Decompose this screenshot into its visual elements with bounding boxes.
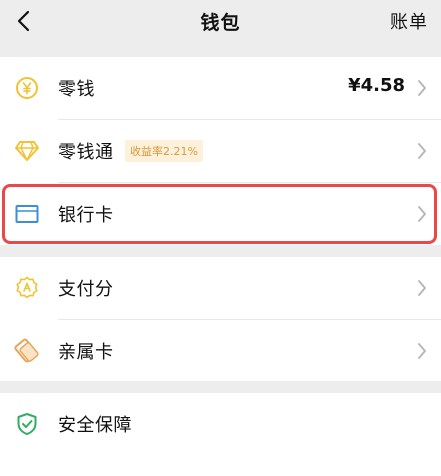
row-label: 支付分 xyxy=(58,279,114,300)
row-security[interactable]: 安全保障 xyxy=(0,393,441,455)
wallet-group-2: 支付分 亲属卡 xyxy=(0,257,441,381)
row-pay-score[interactable]: 支付分 xyxy=(0,257,441,319)
row-lingqiantong[interactable]: 零钱通 xyxy=(0,120,441,182)
chevron-right-icon xyxy=(418,343,426,359)
diamond-icon xyxy=(14,138,40,164)
balance-value: ¥4.58 xyxy=(348,75,405,96)
yen-coin-icon xyxy=(14,75,40,101)
page-title: 钱包 xyxy=(200,12,241,34)
nav-bar: 钱包 账单 xyxy=(0,0,441,44)
chevron-right-icon xyxy=(418,80,426,96)
score-badge-icon xyxy=(14,275,40,301)
chevron-right-icon xyxy=(418,143,426,159)
family-card-icon xyxy=(14,338,40,364)
bill-button[interactable]: 账单 xyxy=(390,8,428,34)
row-change[interactable]: 零钱 ¥4.58 xyxy=(0,57,441,119)
yield-rate-badge: 收益率2.21% xyxy=(125,140,203,162)
bank-card-highlight xyxy=(2,184,437,244)
row-label: 零钱通 xyxy=(58,142,114,163)
row-label: 亲属卡 xyxy=(58,342,114,363)
row-family-card[interactable]: 亲属卡 xyxy=(0,320,441,382)
chevron-right-icon xyxy=(418,280,426,296)
wallet-group-3: 安全保障 xyxy=(0,393,441,476)
row-label: 零钱 xyxy=(58,79,95,100)
row-label: 安全保障 xyxy=(58,415,132,436)
shield-check-icon xyxy=(14,411,40,437)
